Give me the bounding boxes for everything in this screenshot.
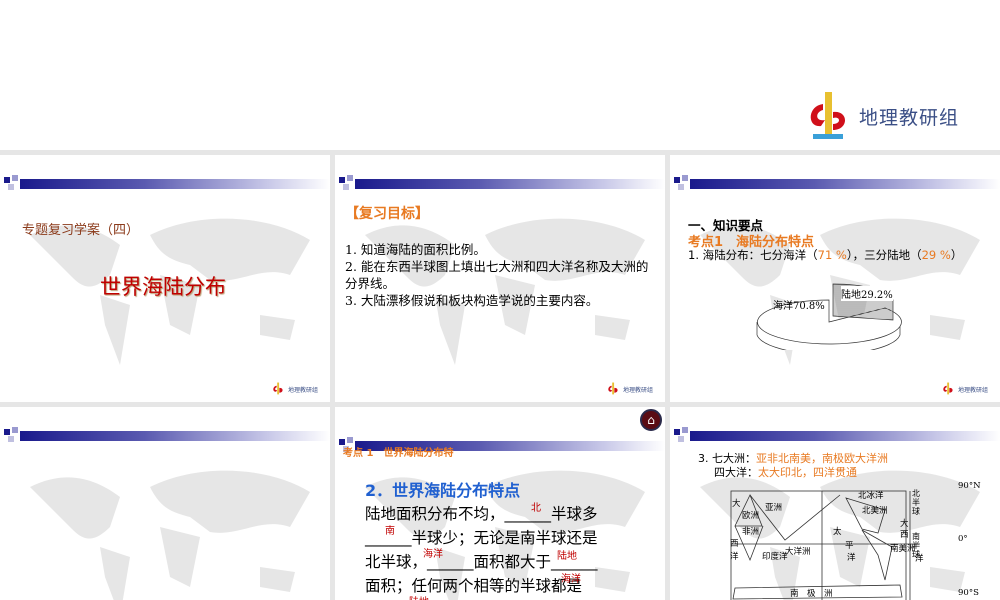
continents-mnemonic: 亚非北南美，南极欧大洋洲	[756, 452, 888, 465]
logo-text: 地理教研组	[287, 386, 318, 394]
map-label: 南半球	[912, 532, 920, 559]
slide-title-bar	[0, 175, 330, 190]
logo-text: 地理教研组	[859, 106, 960, 129]
objective-item: 2. 能在东西半球图上填出七大洲和四大洋名称及大洲的分界线。	[345, 259, 649, 291]
pie-label-ocean: 海洋70.8%	[773, 301, 825, 312]
map-label: 北半球	[912, 489, 920, 516]
slide-thumbnail-4[interactable]	[0, 407, 330, 600]
text: 3. 七大洲：	[698, 452, 756, 465]
header-area: 地理教研组	[0, 0, 1000, 150]
ocean-percent: 71 %	[817, 248, 847, 262]
map-label: 大	[732, 499, 741, 509]
logo-icon	[273, 382, 283, 395]
land-percent: 29 %	[921, 248, 951, 262]
map-label: 0°	[958, 534, 968, 544]
slide-thumbnail-2[interactable]: 【复习目标】 1. 知道海陆的面积比例。 2. 能在东西半球图上填出七大洲和四大…	[335, 155, 665, 402]
home-icon: ⌂	[647, 413, 655, 427]
oceans-mnemonic: 太大印北，四洋贯通	[758, 466, 857, 479]
slide-title-bar	[0, 427, 330, 442]
text-line: 陆地面积分布不均，______半球多	[365, 505, 598, 523]
home-button[interactable]: ⌂	[640, 409, 662, 431]
logo-text: 地理教研组	[622, 386, 653, 394]
objective-item: 1. 知道海陆的面积比例。	[345, 242, 486, 257]
answer: 北	[531, 503, 541, 514]
logo-icon	[608, 382, 618, 395]
slide-thumbnail-1[interactable]: 专题复习学案（四） 世界海陆分布 地理教研组	[0, 155, 330, 402]
slide-title-bar	[670, 427, 1000, 442]
footer-logo: 地理教研组	[606, 382, 653, 396]
answer: 陆地	[557, 551, 577, 562]
answer: 陆地	[409, 593, 429, 600]
logo-text: 地理教研组	[957, 386, 988, 394]
map-label: 洋	[730, 552, 739, 562]
world-map-background	[30, 470, 310, 600]
slide-subtitle: 专题复习学案（四）	[22, 223, 140, 238]
text: 1. 海陆分布：七分海洋（	[688, 248, 818, 262]
slide-title-bar	[335, 175, 665, 190]
text: 四大洋：	[714, 466, 758, 479]
objective-item: 3. 大陆漂移假说和板块构造学说的主要内容。	[345, 293, 599, 308]
map-label: 印度洋	[762, 552, 788, 562]
map-label: 非洲	[742, 527, 760, 537]
text: ），三分陆地（	[846, 248, 922, 262]
map-label: 平	[845, 541, 854, 551]
slide-thumbnail-6[interactable]: 3. 七大洲：亚非北南美，南极欧大洋洲 四大洋：太大印北，四洋贯通 大欧洲 亚洲非…	[670, 407, 1000, 600]
slide-thumbnail-5[interactable]: ⌂ 考点 1 世界海陆分布特 2．世界海陆分布特点 陆地面积分布不均，_____…	[335, 407, 665, 600]
map-label: 北美洲	[862, 506, 888, 516]
footer-logo: 地理教研组	[271, 382, 318, 396]
answer: 海洋	[561, 574, 581, 585]
logo-icon	[810, 92, 845, 139]
map-label: 90°S	[958, 588, 979, 598]
topic-heading: 考点 1 世界海陆分布特	[343, 448, 454, 459]
map-label: 太	[833, 527, 842, 537]
footer-logo: 地理教研组	[941, 382, 988, 396]
map-label: 亚洲	[765, 503, 783, 513]
map-label: 西	[900, 530, 909, 540]
map-label: 90°N	[958, 481, 981, 491]
text: ）	[950, 248, 963, 262]
answer: 海洋	[423, 549, 443, 560]
brand-logo: 地理教研组	[805, 90, 959, 142]
slide-heading: 2．世界海陆分布特点	[365, 481, 521, 500]
map-label: 洋	[847, 553, 856, 563]
answer: 南	[385, 526, 395, 537]
map-label: 南 极 洲	[790, 589, 833, 599]
slide-title: 世界海陆分布	[100, 275, 226, 299]
logo-icon	[943, 382, 953, 395]
pie-label-land: 陆地29.2%	[841, 286, 893, 301]
map-label: 欧洲	[742, 511, 760, 521]
slide-title-bar	[670, 175, 1000, 190]
map-label: 大洋洲	[785, 547, 811, 557]
map-label: 西	[730, 539, 739, 549]
map-label: 北冰洋	[858, 491, 884, 501]
slide-heading: 【复习目标】	[345, 206, 429, 222]
slide-thumbnail-3[interactable]: 一、知识要点 考点1 海陆分布特点 1. 海陆分布：七分海洋（71 %），三分陆…	[670, 155, 1000, 402]
